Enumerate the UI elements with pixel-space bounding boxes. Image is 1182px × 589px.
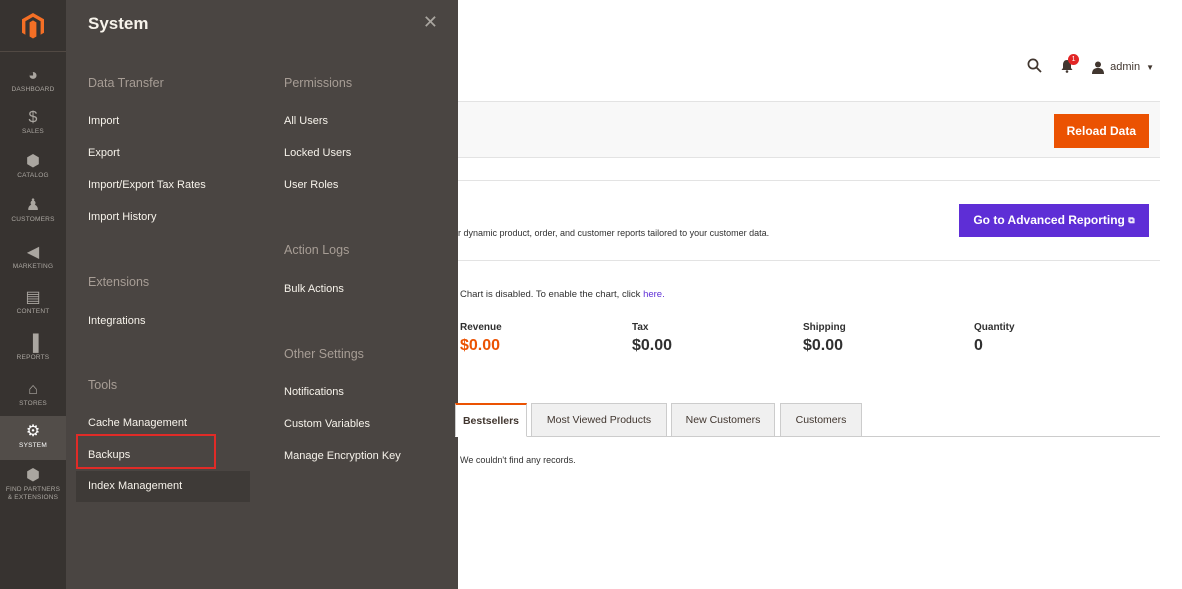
magento-logo-icon (22, 12, 44, 38)
menu-item-user-roles[interactable]: User Roles (284, 179, 338, 191)
nav-label: MARKETING (12, 263, 54, 270)
advanced-reporting-text: r dynamic product, order, and customer r… (458, 228, 770, 238)
menu-item-custom-variables[interactable]: Custom Variables (284, 418, 370, 430)
cube-icon: ⬢ (26, 153, 40, 170)
layout-icon: ▤ (25, 289, 41, 306)
total-label: Tax (632, 322, 649, 333)
menu-item-locked-users[interactable]: Locked Users (284, 147, 351, 159)
total-value: 0 (974, 337, 983, 354)
close-icon[interactable]: ✕ (423, 12, 438, 33)
page-actions-bar: Reload Data (458, 101, 1160, 158)
reload-data-button[interactable]: Reload Data (1053, 114, 1149, 148)
admin-nav: ◕ DASHBOARD $ SALES ⬢ CATALOG ♟ CUSTOMER… (0, 0, 66, 589)
box-icon: ⬢ (26, 467, 40, 484)
total-tax: Tax $0.00 (632, 322, 672, 355)
total-value: $0.00 (803, 337, 844, 354)
section-tools: Tools (88, 378, 118, 392)
nav-stores[interactable]: ⌂ STORES (0, 380, 66, 408)
menu-item-notifications[interactable]: Notifications (284, 386, 344, 398)
advanced-reporting-label: Go to Advanced Reporting (973, 213, 1125, 227)
notification-count-badge: 1 (1068, 53, 1080, 65)
flyout-title: System (88, 14, 149, 33)
notifications-bell-icon[interactable]: 1 (1060, 53, 1080, 76)
total-value: $0.00 (632, 337, 673, 354)
nav-find-partners[interactable]: ⬢ FIND PARTNERS & EXTENSIONS (0, 466, 66, 502)
nav-content[interactable]: ▤ CONTENT (0, 288, 66, 316)
gear-icon: ⚙ (25, 423, 41, 440)
person-icon: ♟ (25, 197, 41, 214)
section-data-transfer: Data Transfer (88, 76, 164, 90)
header-actions: 1 admin ▼ (1027, 53, 1154, 76)
menu-item-index-management[interactable]: Index Management (76, 471, 250, 502)
store-icon: ⌂ (28, 381, 38, 398)
empty-records-message: We couldn't find any records. (460, 455, 576, 465)
nav-reports[interactable]: ▐ REPORTS (0, 334, 66, 362)
menu-item-cache-management[interactable]: Cache Management (88, 417, 187, 429)
total-label: Quantity (974, 322, 1015, 333)
section-extensions: Extensions (88, 275, 150, 289)
section-other-settings: Other Settings (284, 347, 364, 361)
magento-logo[interactable] (0, 0, 66, 52)
enable-chart-link[interactable]: here. (643, 289, 665, 300)
external-link-icon: ⧉ (1128, 215, 1135, 225)
chevron-down-icon: ▼ (1146, 62, 1154, 72)
chart-disabled-note: Chart is disabled. To enable the chart, … (460, 289, 665, 300)
megaphone-icon: ◀ (26, 244, 40, 261)
menu-item-import-history[interactable]: Import History (88, 211, 156, 223)
tab-customers[interactable]: Customers (780, 403, 862, 437)
tab-new-customers[interactable]: New Customers (671, 403, 775, 437)
nav-sales[interactable]: $ SALES (0, 108, 66, 136)
nav-label: DASHBOARD (11, 86, 55, 93)
nav-system[interactable]: ⚙ SYSTEM (0, 416, 66, 460)
search-icon[interactable] (1027, 58, 1042, 76)
bar-chart-icon: ▐ (27, 335, 39, 352)
nav-label: SYSTEM (19, 442, 47, 449)
total-quantity: Quantity 0 (974, 322, 1015, 355)
user-name: admin (1110, 61, 1141, 73)
section-action-logs: Action Logs (284, 243, 350, 257)
advanced-reporting-button[interactable]: Go to Advanced Reporting ⧉ (959, 204, 1149, 237)
divider (458, 180, 1160, 181)
nav-label: CONTENT (16, 308, 50, 315)
nav-dashboard[interactable]: ◕ DASHBOARD (0, 66, 66, 94)
nav-label: CUSTOMERS (11, 216, 55, 223)
divider (458, 260, 1160, 261)
dollar-icon: $ (28, 109, 38, 126)
user-menu[interactable]: admin ▼ (1092, 61, 1154, 74)
system-flyout-menu: System ✕ Data Transfer Import Export Imp… (66, 0, 458, 589)
menu-item-import-export-tax-rates[interactable]: Import/Export Tax Rates (88, 179, 206, 191)
nav-label: SALES (22, 128, 44, 135)
nav-catalog[interactable]: ⬢ CATALOG (0, 152, 66, 180)
total-shipping: Shipping $0.00 (803, 322, 846, 355)
user-icon (1092, 61, 1105, 74)
nav-label: CATALOG (17, 172, 49, 179)
nav-customers[interactable]: ♟ CUSTOMERS (0, 196, 66, 224)
tab-most-viewed-products[interactable]: Most Viewed Products (531, 403, 667, 437)
dashboard-icon: ◕ (28, 67, 38, 84)
menu-item-import[interactable]: Import (88, 115, 119, 127)
total-label: Revenue (460, 322, 502, 333)
nav-marketing[interactable]: ◀ MARKETING (0, 243, 66, 271)
chart-note-text: Chart is disabled. To enable the chart, … (460, 289, 644, 300)
menu-item-all-users[interactable]: All Users (284, 115, 328, 127)
menu-item-export[interactable]: Export (88, 147, 120, 159)
total-revenue: Revenue $0.00 (460, 322, 502, 355)
nav-label: FIND PARTNERS & EXTENSIONS (5, 486, 61, 501)
nav-label: STORES (19, 400, 47, 407)
menu-item-manage-encryption-key[interactable]: Manage Encryption Key (284, 450, 401, 462)
section-permissions: Permissions (284, 76, 353, 90)
admin-page: ◕ DASHBOARD $ SALES ⬢ CATALOG ♟ CUSTOMER… (0, 0, 1182, 589)
menu-item-integrations[interactable]: Integrations (88, 315, 145, 327)
total-label: Shipping (803, 322, 846, 333)
nav-label: REPORTS (16, 354, 50, 361)
menu-item-bulk-actions[interactable]: Bulk Actions (284, 283, 344, 295)
tab-bestsellers[interactable]: Bestsellers (455, 403, 527, 437)
total-value: $0.00 (460, 337, 501, 354)
highlight-box (76, 434, 216, 469)
